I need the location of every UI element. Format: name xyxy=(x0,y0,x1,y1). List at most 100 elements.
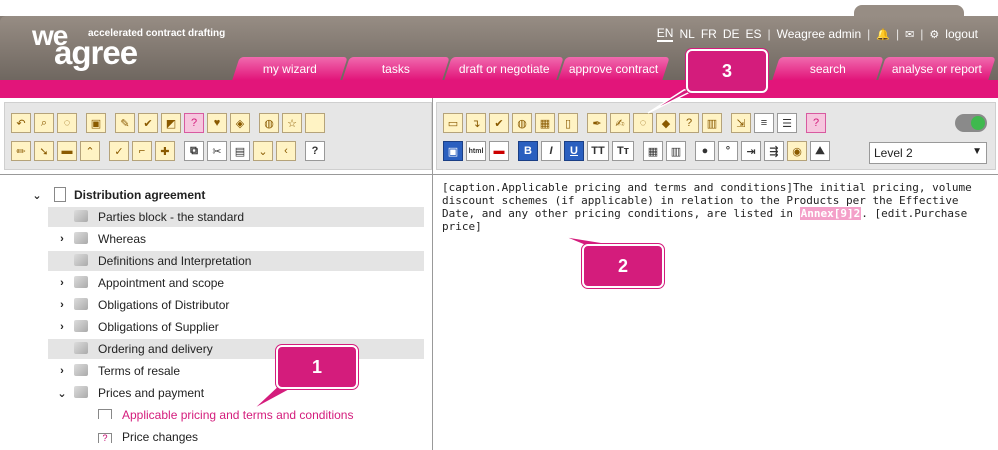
help-icon[interactable]: ? xyxy=(305,141,325,161)
lang-nl[interactable]: NL xyxy=(679,27,694,41)
tree-root[interactable]: ⌄ Distribution agreement xyxy=(0,185,424,205)
tree-child-item-active[interactable]: Applicable pricing and terms and conditi… xyxy=(98,405,424,425)
italic-button[interactable]: I xyxy=(541,141,561,161)
package-icon[interactable]: ▣ xyxy=(86,113,106,133)
remove-format-icon[interactable]: ▬ xyxy=(489,141,509,161)
tab-indent-icon[interactable]: ⇥ xyxy=(741,141,761,161)
gear-icon[interactable]: ⚙ xyxy=(929,28,939,41)
bullet-icon[interactable]: ● xyxy=(695,141,715,161)
list-icon[interactable]: ≡ xyxy=(754,113,774,133)
indent-icon[interactable]: ⇶ xyxy=(764,141,784,161)
chevron-right-icon[interactable]: › xyxy=(57,321,67,333)
bell-icon[interactable]: 🔔 xyxy=(876,28,890,41)
question-check-icon[interactable]: ? xyxy=(679,113,699,133)
chevron-right-icon[interactable]: › xyxy=(57,299,67,311)
underline-button[interactable]: U xyxy=(564,141,584,161)
html-icon[interactable]: html xyxy=(466,141,486,161)
copy-icon[interactable]: ⧉ xyxy=(184,141,204,161)
clause-editor[interactable]: [caption.Applicable pricing and terms an… xyxy=(442,181,990,233)
tree-item[interactable]: Definitions and Interpretation xyxy=(48,251,424,271)
annex-reference[interactable]: Annex[9]2 xyxy=(799,207,862,220)
approve-check-icon[interactable]: ✔ xyxy=(138,113,158,133)
document-check-icon[interactable]: ▯ xyxy=(558,113,578,133)
tab-draft-or-negotiate[interactable]: draft or negotiate xyxy=(444,57,564,80)
frame-icon[interactable]: ▭ xyxy=(443,113,463,133)
user-name[interactable]: Weagree admin xyxy=(777,27,862,41)
clause-tree: ⌄ Distribution agreement Parties block -… xyxy=(0,176,432,450)
smallcaps-button[interactable]: Tт xyxy=(612,141,634,161)
comment-icon[interactable]: ◌ xyxy=(57,113,77,133)
star-icon[interactable]: ☆ xyxy=(282,113,302,133)
envelope-icon[interactable]: ✉ xyxy=(905,28,914,41)
numbered-list-icon[interactable]: ☰ xyxy=(777,113,797,133)
comment-check-icon[interactable]: ◌ xyxy=(633,113,653,133)
tab-search[interactable]: search xyxy=(772,57,884,80)
tree-item[interactable]: ⌄ Prices and payment xyxy=(48,383,424,403)
bold-button[interactable]: B xyxy=(518,141,538,161)
add-clause-icon[interactable]: ✚ xyxy=(155,141,175,161)
question-icon[interactable]: ? xyxy=(184,113,204,133)
check-icon[interactable]: ✔ xyxy=(489,113,509,133)
handshake-icon[interactable]: ◆ xyxy=(656,113,676,133)
chevron-right-icon[interactable]: › xyxy=(57,277,67,289)
insert-arrow-icon[interactable]: ↴ xyxy=(466,113,486,133)
cube-icon xyxy=(74,341,100,357)
toggle-switch[interactable] xyxy=(955,114,987,132)
edit-pen-icon[interactable]: ✎ xyxy=(115,113,135,133)
check-outline-icon[interactable]: ⌐ xyxy=(132,141,152,161)
tab-my-wizard[interactable]: my wizard xyxy=(232,57,348,80)
columns-icon[interactable]: ▥ xyxy=(666,141,686,161)
uppercase-button[interactable]: TT xyxy=(587,141,609,161)
move-up-icon[interactable]: ⌃ xyxy=(80,141,100,161)
chevron-left-icon[interactable]: ‹ xyxy=(276,141,296,161)
chevron-down-icon[interactable]: ⌄ xyxy=(57,387,67,400)
tab-analyse-or-report[interactable]: analyse or report xyxy=(878,57,996,80)
chevron-down-icon[interactable]: ⌄ xyxy=(253,141,273,161)
open-clause-icon[interactable]: ↶ xyxy=(11,113,31,133)
level-select[interactable]: Level 2 ▼ xyxy=(869,142,987,164)
tree-item[interactable]: Ordering and delivery xyxy=(48,339,424,359)
chevron-down-icon[interactable]: ⌄ xyxy=(32,189,42,202)
save-icon[interactable]: ▣ xyxy=(443,141,463,161)
check-box-icon[interactable]: ✓ xyxy=(109,141,129,161)
tab-approve-contract[interactable]: approve contract xyxy=(558,57,670,80)
tree-child-item[interactable]: ? Price changes xyxy=(98,427,424,447)
delete-icon[interactable]: ▬ xyxy=(57,141,77,161)
lang-es[interactable]: ES xyxy=(745,27,761,41)
blank-page-icon[interactable] xyxy=(305,113,325,133)
lang-en[interactable]: EN xyxy=(656,26,674,42)
image-icon[interactable]: ⛰ xyxy=(810,141,830,161)
globe-icon[interactable]: ◍ xyxy=(512,113,532,133)
find-clause-icon[interactable]: ⌕ xyxy=(34,113,54,133)
cut-icon[interactable]: ✂ xyxy=(207,141,227,161)
table-check-icon[interactable]: ▥ xyxy=(702,113,722,133)
pen-check-icon[interactable]: ✍ xyxy=(610,113,630,133)
lang-fr[interactable]: FR xyxy=(701,27,717,41)
tree-item[interactable]: › Obligations of Supplier xyxy=(48,317,424,337)
tree-item[interactable]: › Whereas xyxy=(48,229,424,249)
help-icon[interactable]: ? xyxy=(806,113,826,133)
pen-icon[interactable]: ✒ xyxy=(587,113,607,133)
heart-check-icon[interactable]: ♥ xyxy=(207,113,227,133)
globe-icon[interactable]: ◍ xyxy=(259,113,279,133)
table-icon[interactable]: ▦ xyxy=(643,141,663,161)
eraser-icon[interactable]: ◩ xyxy=(161,113,181,133)
highlight-icon[interactable]: ◉ xyxy=(787,141,807,161)
logout-link[interactable]: logout xyxy=(945,27,978,41)
chevron-right-icon[interactable]: › xyxy=(57,365,67,377)
degree-icon[interactable]: ° xyxy=(718,141,738,161)
arrow-right-icon[interactable]: ➘ xyxy=(34,141,54,161)
tree-item[interactable]: Parties block - the standard xyxy=(48,207,424,227)
pane-divider[interactable] xyxy=(432,98,433,450)
tree-item[interactable]: › Obligations of Distributor xyxy=(48,295,424,315)
tab-tasks[interactable]: tasks xyxy=(342,57,450,80)
tree-item[interactable]: › Appointment and scope xyxy=(48,273,424,293)
tree-item[interactable]: › Terms of resale xyxy=(48,361,424,381)
paste-icon[interactable]: ▤ xyxy=(230,141,250,161)
lang-de[interactable]: DE xyxy=(723,27,740,41)
calendar-icon[interactable]: ▦ xyxy=(535,113,555,133)
pencil-icon[interactable]: ✏ xyxy=(11,141,31,161)
import-icon[interactable]: ⇲ xyxy=(731,113,751,133)
tag-icon[interactable]: ◈ xyxy=(230,113,250,133)
chevron-right-icon[interactable]: › xyxy=(57,233,67,245)
